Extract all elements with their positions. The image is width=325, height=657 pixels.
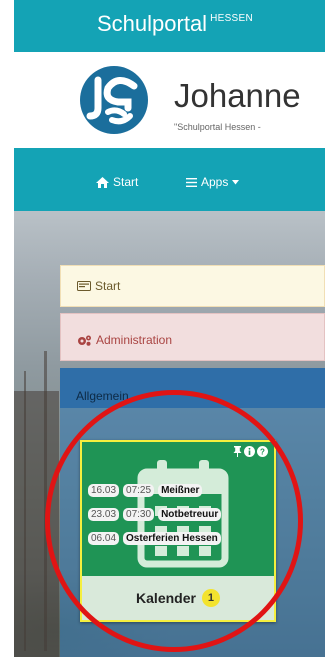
brand-name: Schulportal	[97, 11, 208, 36]
school-header: Johanne "Schulportal Hessen -	[14, 52, 325, 148]
school-name: Johanne	[174, 77, 301, 114]
nav-start-label: Start	[113, 175, 139, 189]
tile-header-icons: ?	[233, 446, 268, 457]
start-icon	[77, 281, 91, 291]
allgemein-header[interactable]: Allgemein	[60, 368, 325, 408]
brand-title[interactable]: Schulportal HESSEN	[97, 11, 253, 37]
svg-text:?: ?	[260, 448, 265, 457]
notification-badge: 1	[201, 589, 220, 607]
pin-icon[interactable]	[233, 446, 242, 457]
home-icon	[96, 176, 109, 188]
event-title: Osterferien Hessen	[123, 532, 221, 545]
event-time: 07:25	[123, 484, 155, 497]
nav-apps-label: Apps	[201, 175, 229, 189]
event-title: Meißner	[158, 484, 203, 497]
event-time: 07:30	[123, 508, 155, 521]
main-navbar: Start Apps	[14, 148, 325, 211]
event-title: Notbetreuur	[158, 508, 222, 521]
page: Schulportal HESSEN Johanne "Schulportal H…	[0, 0, 325, 657]
help-icon[interactable]: ?	[257, 446, 268, 457]
brand-superscript: HESSEN	[210, 13, 254, 24]
menu-start-label: Start	[95, 279, 121, 293]
info-icon[interactable]	[244, 446, 255, 457]
menu-start-panel[interactable]: Start	[60, 265, 325, 307]
nav-apps-dropdown[interactable]: Apps	[186, 175, 240, 189]
cogs-icon	[78, 335, 91, 346]
event-date: 06.04	[88, 532, 120, 545]
menu-admin-entry: Administration	[77, 333, 172, 347]
calendar-tile[interactable]: ? 16.03 07:25 Meißner 23.03 07:30 Notbet…	[80, 440, 276, 622]
menu-admin-label: Administration	[96, 333, 173, 347]
caret-down-icon	[232, 179, 240, 184]
menu-admin-panel[interactable]: Administration	[60, 313, 325, 361]
calendar-event[interactable]: 16.03 07:25 Meißner	[88, 484, 203, 497]
menu-icon	[186, 177, 197, 187]
calendar-event[interactable]: 23.03 07:30 Notbetreuur	[88, 508, 222, 521]
calendar-event[interactable]: 06.04 Osterferien Hessen	[88, 532, 221, 545]
event-date: 23.03	[88, 508, 120, 521]
school-logo-icon[interactable]	[78, 64, 150, 136]
event-date: 16.03	[88, 484, 120, 497]
tile-footer: Kalender 1	[82, 576, 274, 620]
allgemein-label: Allgemein	[76, 389, 129, 403]
nav-start-link[interactable]: Start	[96, 175, 138, 189]
tile-name: Kalender	[136, 590, 196, 606]
school-subtitle: "Schulportal Hessen -	[174, 122, 261, 132]
menu-start-entry: Start	[77, 279, 120, 293]
brand-bar: Schulportal HESSEN	[14, 0, 325, 52]
